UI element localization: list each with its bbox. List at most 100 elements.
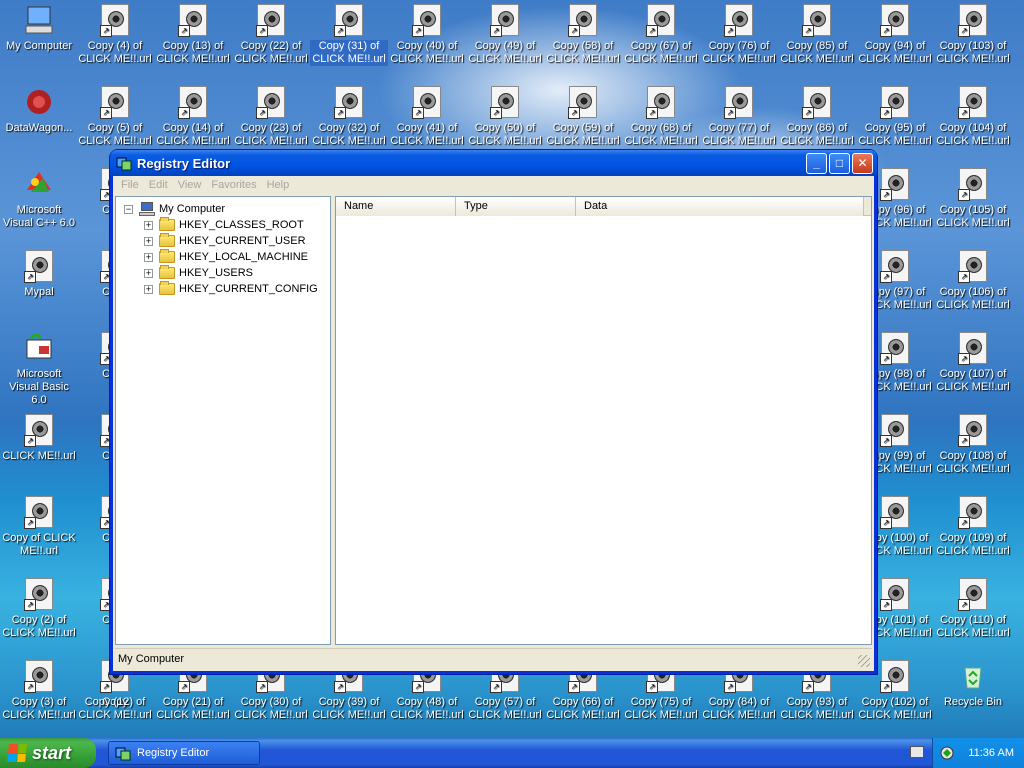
desktop-icon[interactable]: Microsoft Visual C++ 6.0 [0,168,78,230]
desktop-icon[interactable]: Copy (14) of CLICK ME!!.url [154,86,232,148]
desktop-icon[interactable]: Copy (40) of CLICK ME!!.url [388,4,466,66]
tree-item-label: HKEY_CURRENT_CONFIG [179,283,318,295]
url-shortcut-icon [879,4,911,37]
menu-bar: File Edit View Favorites Help [113,176,874,194]
desktop-icon[interactable]: Copy (86) of CLICK ME!!.url [778,86,856,148]
start-button[interactable]: start [0,738,96,768]
desktop-icon[interactable]: Copy (95) of CLICK ME!!.url [856,86,934,148]
tree-item-hkcu[interactable]: + HKEY_CURRENT_USER [124,233,330,249]
minimize-button[interactable]: _ [806,152,827,174]
collapse-icon[interactable]: − [124,204,133,214]
windows-logo-icon [7,744,27,762]
values-list[interactable]: Name Type Data [335,196,872,645]
resize-grip-icon[interactable] [858,655,870,667]
tree-item-hku[interactable]: + HKEY_USERS [124,265,330,281]
expand-icon[interactable]: + [144,268,153,278]
clock[interactable]: 11:36 AM [968,747,1014,759]
desktop-icon[interactable]: Copy (67) of CLICK ME!!.url [622,4,700,66]
desktop-icon[interactable]: Copy (103) of CLICK ME!!.url [934,4,1012,66]
registry-tree[interactable]: − My Computer + HKEY_CLASSES_ROOT + HKEY… [115,196,331,645]
desktop-icon[interactable]: CLICK ME!!.url [0,414,78,463]
desktop-icon[interactable]: Copy (58) of CLICK ME!!.url [544,4,622,66]
desktop-icon[interactable]: Copy (106) of CLICK ME!!.url [934,250,1012,312]
expand-icon[interactable]: + [144,252,153,262]
menu-edit[interactable]: Edit [144,179,173,191]
column-name-header[interactable]: Name [336,197,456,216]
expand-icon[interactable]: + [144,284,153,294]
desktop-icon[interactable]: Mypal [0,250,78,299]
desktop-icon[interactable]: Copy (59) of CLICK ME!!.url [544,86,622,148]
url-shortcut-icon [177,86,209,119]
desktop-icon[interactable]: DataWagon... [0,86,78,135]
desktop-icon-label: Copy (77) of CLICK ME!!.url [702,122,776,147]
desktop-icon[interactable]: Copy (85) of CLICK ME!!.url [778,4,856,66]
visual-cpp-icon [23,168,55,200]
maximize-button[interactable]: □ [829,152,850,174]
desktop-icon-label: My Computer [5,40,73,52]
status-text: My Computer [118,653,185,665]
tray-app-icon[interactable] [939,745,955,761]
tree-item-hkcc[interactable]: + HKEY_CURRENT_CONFIG [124,281,330,297]
menu-help[interactable]: Help [262,179,295,191]
expand-icon[interactable]: + [144,220,153,230]
url-shortcut-icon [879,86,911,119]
desktop-icon[interactable]: Copy (104) of CLICK ME!!.url [934,86,1012,148]
expand-icon[interactable]: + [144,236,153,246]
tree-item-hklm[interactable]: + HKEY_LOCAL_MACHINE [124,249,330,265]
url-shortcut-icon [879,168,911,201]
desktop-icon[interactable]: Copy (107) of CLICK ME!!.url [934,332,1012,394]
desktop-icon[interactable]: Copy (5) of CLICK ME!!.url [76,86,154,148]
desktop-icon[interactable]: Copy (22) of CLICK ME!!.url [232,4,310,66]
close-button[interactable]: ✕ [852,152,873,174]
desktop-icon[interactable]: Copy (32) of CLICK ME!!.url [310,86,388,148]
desktop-icon[interactable]: Copy (110) of CLICK ME!!.url [934,578,1012,640]
desktop-icon-label: Copy (103) of CLICK ME!!.url [936,40,1010,65]
url-shortcut-icon [879,414,911,447]
tree-root[interactable]: − My Computer [124,201,330,217]
menu-file[interactable]: File [116,179,144,191]
desktop-icon[interactable]: Copy (41) of CLICK ME!!.url [388,86,466,148]
menu-view[interactable]: View [173,179,207,191]
url-shortcut-icon [879,250,911,283]
desktop-icon[interactable]: Copy (31) of CLICK ME!!.url [310,4,388,66]
desktop-icon[interactable]: Copy (105) of CLICK ME!!.url [934,168,1012,230]
desktop-icon[interactable]: Microsoft Visual Basic 6.0 [0,332,78,407]
menu-favorites[interactable]: Favorites [206,179,261,191]
desktop-icon[interactable]: Copy (49) of CLICK ME!!.url [466,4,544,66]
desktop-icon[interactable]: Copy (68) of CLICK ME!!.url [622,86,700,148]
desktop-icon-label: Copy (102) of CLICK ME!!.url [858,696,932,721]
desktop-icon[interactable]: Copy (23) of CLICK ME!!.url [232,86,310,148]
url-shortcut-icon [177,4,209,37]
tree-item-label: HKEY_USERS [179,267,253,279]
desktop-icon[interactable]: Copy (2) of CLICK ME!!.url [0,578,78,640]
desktop-icon-label: Copy (57) of CLICK ME!!.url [468,696,542,721]
desktop-icon[interactable]: Copy (76) of CLICK ME!!.url [700,4,778,66]
desktop-icon[interactable]: Copy (4) of CLICK ME!!.url [76,4,154,66]
taskbar-button-registry-editor[interactable]: Registry Editor [108,741,260,765]
column-data-header[interactable]: Data [576,197,864,216]
datawagon-icon [23,86,55,118]
keyboard-icon[interactable] [910,746,924,758]
desktop-icon-label: Copy (59) of CLICK ME!!.url [546,122,620,147]
desktop-icon-label: Copy (68) of CLICK ME!!.url [624,122,698,147]
desktop-icon[interactable]: My Computer [0,4,78,53]
tree-item-hkcr[interactable]: + HKEY_CLASSES_ROOT [124,217,330,233]
desktop-icon[interactable]: Copy (108) of CLICK ME!!.url [934,414,1012,476]
desktop-icon-label: Copy (106) of CLICK ME!!.url [936,286,1010,311]
desktop-icon[interactable]: Copy (13) of CLICK ME!!.url [154,4,232,66]
desktop-icon[interactable]: Copy (109) of CLICK ME!!.url [934,496,1012,558]
desktop-icon-label: Copy of CLICK ME!!.url [2,532,76,557]
tree-item-label: HKEY_CLASSES_ROOT [179,219,304,231]
url-shortcut-icon [645,4,677,37]
url-shortcut-icon [801,4,833,37]
desktop-icon[interactable]: Copy (50) of CLICK ME!!.url [466,86,544,148]
url-shortcut-icon [801,86,833,119]
title-bar[interactable]: Registry Editor _ □ ✕ [110,150,877,176]
desktop-icon[interactable]: Copy (3) of CLICK ME!!.url [0,660,78,722]
column-type-header[interactable]: Type [456,197,576,216]
desktop-icon-label: Copy (30) of CLICK ME!!.url [234,696,308,721]
desktop-icon[interactable]: Copy (77) of CLICK ME!!.url [700,86,778,148]
desktop-icon[interactable]: Copy of CLICK ME!!.url [0,496,78,558]
desktop-icon[interactable]: Copy (94) of CLICK ME!!.url [856,4,934,66]
desktop-icon[interactable]: Recycle Bin [934,660,1012,709]
